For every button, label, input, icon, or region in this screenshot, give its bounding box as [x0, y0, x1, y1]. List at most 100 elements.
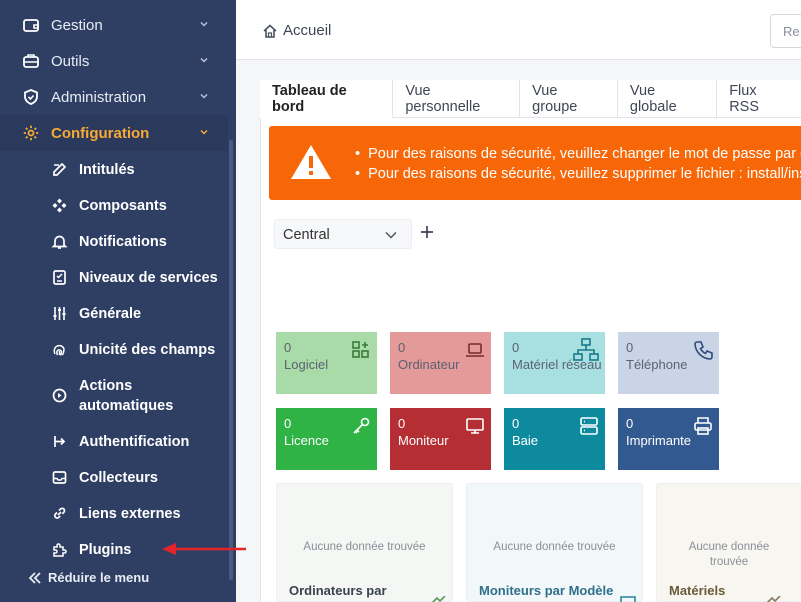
card-logiciel[interactable]: 0 Logiciel	[276, 332, 377, 394]
card-count: 0	[284, 416, 292, 431]
card-label: Licence	[284, 433, 329, 448]
breadcrumb-home-label: Accueil	[283, 22, 332, 39]
card-count: 0	[398, 340, 406, 355]
card-label: Logiciel	[284, 357, 329, 372]
sidebar-item-label: Authentification	[79, 434, 190, 450]
reduce-menu-label: Réduire le menu	[48, 570, 150, 585]
warning-icon	[291, 145, 331, 179]
components-icon	[52, 198, 67, 213]
briefcase-icon	[23, 54, 39, 68]
apps-icon	[352, 341, 369, 358]
card-telephone[interactable]: 0 Téléphone	[618, 332, 719, 394]
widget-moniteurs: Aucune donnée trouvée Moniteurs par Modè…	[466, 483, 643, 602]
card-label: Imprimante	[626, 433, 692, 448]
add-dashboard-button[interactable]	[420, 225, 434, 239]
tab-vue-groupe[interactable]: Vue groupe	[520, 80, 618, 118]
chevron-down-icon	[200, 57, 208, 63]
chevron-down-icon	[200, 93, 208, 99]
sidebar-scrollbar[interactable]	[229, 140, 233, 580]
sidebar: Gestion Outils Administration Configurat…	[0, 0, 236, 602]
menu-item-gestion[interactable]: Gestion	[0, 7, 228, 43]
chevron-down-icon	[200, 21, 208, 27]
puzzle-icon	[53, 543, 67, 557]
bell-icon	[51, 235, 68, 249]
sidebar-item-label: Collecteurs	[79, 470, 158, 486]
tab-vue-personnelle[interactable]: Vue personnelle	[393, 80, 521, 118]
sidebar-item-authentification[interactable]: Authentification	[0, 432, 228, 452]
dashboard-tabs: Tableau de bord Vue personnelle Vue grou…	[260, 80, 801, 118]
sidebar-item-label: Notifications	[79, 234, 167, 250]
sidebar-item-label: Liens externes	[79, 506, 181, 522]
sidebar-item-generale[interactable]: Générale	[0, 304, 228, 324]
sidebar-item-label: Unicité des champs	[79, 342, 216, 358]
laptop-icon	[466, 343, 484, 357]
checklist-icon	[53, 270, 66, 285]
card-licence[interactable]: 0 Licence	[276, 408, 377, 470]
inbox-icon	[52, 471, 67, 484]
no-data-text: Aucune donnée trouvée	[688, 541, 770, 568]
shield-icon	[24, 89, 38, 105]
card-label: Moniteur	[398, 433, 449, 448]
breadcrumb[interactable]: Accueil	[262, 22, 331, 39]
sidebar-item-notifications[interactable]: Notifications	[0, 232, 228, 252]
sidebar-item-label: Plugins	[79, 542, 132, 558]
card-count: 0	[512, 416, 520, 431]
card-count: 0	[284, 340, 292, 355]
sliders-icon	[53, 307, 66, 320]
sidebar-item-intitules[interactable]: Intitulés	[0, 160, 228, 180]
card-label: Ordinateur	[398, 357, 460, 372]
alert-line: Pour des raisons de sécurité, veuillez s…	[355, 164, 801, 184]
sidebar-item-label: Actions automatiques	[79, 378, 174, 414]
card-count: 0	[626, 416, 634, 431]
sidebar-item-unicite[interactable]: Unicité des champs	[0, 340, 228, 360]
widget-title: Moniteurs par Modèle	[479, 583, 614, 598]
printer-icon	[694, 417, 712, 435]
double-chevron-left-icon	[28, 571, 41, 584]
card-label: Téléphone	[626, 357, 688, 372]
red-arrow-annotation	[162, 543, 246, 555]
sidebar-item-label: Composants	[79, 198, 167, 214]
sidebar-item-actions-auto[interactable]: Actions automatiques	[0, 376, 228, 416]
dashboard-select-value: Central	[283, 227, 330, 243]
sidebar-item-liens-externes[interactable]: Liens externes	[0, 504, 228, 524]
tab-vue-globale[interactable]: Vue globale	[617, 80, 718, 118]
sidebar-item-label: Générale	[79, 306, 142, 322]
card-baie[interactable]: 0 Baie	[504, 408, 605, 470]
gear-play-icon	[52, 388, 67, 403]
edit-icon	[53, 162, 67, 176]
card-count: 0	[398, 416, 406, 431]
phone-icon	[694, 341, 713, 360]
card-label: Baie	[512, 433, 539, 448]
card-ordinateur[interactable]: 0 Ordinateur	[390, 332, 491, 394]
top-header: Accueil Re	[236, 0, 801, 60]
tab-flux-rss[interactable]: Flux RSS	[717, 80, 801, 118]
sidebar-item-niveaux[interactable]: Niveaux de services	[0, 268, 228, 288]
menu-item-administration[interactable]: Administration	[0, 79, 228, 115]
card-imprimante[interactable]: 0 Imprimante	[618, 408, 719, 470]
fingerprint-icon	[53, 344, 65, 356]
chart-icon	[431, 596, 446, 602]
monitor-icon	[466, 418, 484, 434]
alert-line: Pour des raisons de sécurité, veuillez c…	[355, 144, 801, 164]
search-input[interactable]: Re	[770, 14, 801, 48]
reduce-menu-button[interactable]: Réduire le menu	[28, 570, 149, 585]
sidebar-item-collecteurs[interactable]: Collecteurs	[0, 468, 228, 488]
login-icon	[54, 436, 66, 447]
menu-label: Configuration	[51, 125, 150, 142]
card-moniteur[interactable]: 0 Moniteur	[390, 408, 491, 470]
widget-ordinateurs: Aucune donnée trouvée Ordinateurs par	[276, 483, 453, 602]
menu-item-outils[interactable]: Outils	[0, 43, 228, 79]
dashboard-select[interactable]: Central	[274, 219, 412, 249]
security-alert: Pour des raisons de sécurité, veuillez c…	[269, 126, 801, 200]
no-data-text: Aucune donnée trouvée	[493, 541, 616, 553]
key-icon	[353, 417, 370, 434]
chevron-down-icon	[200, 129, 208, 135]
sidebar-item-composants[interactable]: Composants	[0, 196, 228, 216]
monitor-icon	[620, 596, 636, 602]
widget-title: Ordinateurs par	[289, 583, 387, 598]
card-materiel-reseau[interactable]: 0 Matériel réseau	[504, 332, 605, 394]
tab-tableau-de-bord[interactable]: Tableau de bord	[260, 80, 394, 118]
wallet-icon	[23, 19, 39, 32]
card-count: 0	[626, 340, 634, 355]
menu-item-configuration[interactable]: Configuration	[0, 115, 228, 151]
